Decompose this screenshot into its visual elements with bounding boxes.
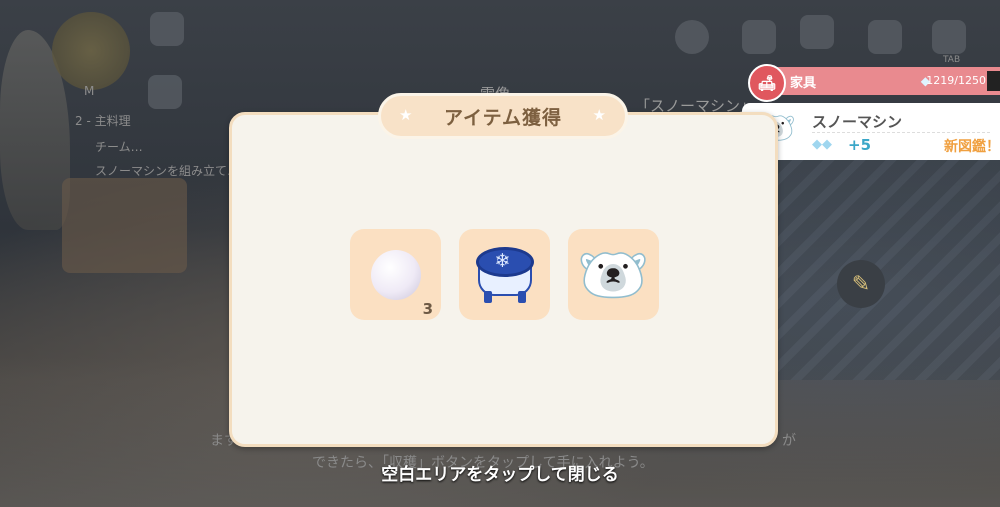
planet-icon[interactable] [675,20,709,54]
sidebar-line-2: チーム… [95,140,143,154]
new-entry-badge: 新図鑑！ [944,139,1000,155]
sidebar-line-1: 2 - 主料理 [75,114,131,128]
house-icon[interactable] [800,15,834,49]
brush-icon: ✎ [851,271,871,297]
tutorial-line-2-suffix: が [782,433,796,449]
points-gain: +5 [848,136,872,154]
new-item-card: 🐻‍❄️ スノーマシン ◆◆ +5 新図鑑！ [742,103,1000,160]
points-icon: ◆◆ [812,137,832,152]
reward-slot-stool[interactable]: ❄ [459,229,550,320]
tap-to-close-hint[interactable]: 空白エリアをタップして閉じる [0,460,1000,485]
snowball-icon [370,249,421,300]
tab-inventory-icon[interactable] [932,20,966,54]
reward-quantity: 3 [422,300,433,318]
character-icon[interactable] [742,20,776,54]
collection-meter [987,71,1000,91]
star-icon: ★ [592,106,607,124]
sidebar-line-3: スノーマシンを組み立て… [95,164,240,178]
tab-label: TAB [943,55,961,65]
dialog-title: アイテム獲得 [443,106,563,129]
brush-tool-button[interactable]: ✎ [837,260,885,308]
reward-slot-polar-bear[interactable]: 🐻‍❄️ [568,229,659,320]
sofa-icon: 🛋 [748,64,786,102]
shop-basket-icon[interactable] [868,20,902,54]
snowflake-stool-icon: ❄ [475,246,534,303]
star-icon: ★ [399,106,414,124]
minimap-label: M [84,84,95,98]
reward-slot-snowball[interactable]: 3 [350,229,441,320]
dialog-title-banner: ★ アイテム獲得 ★ [378,93,628,139]
new-item-name: スノーマシン [812,113,903,131]
furniture-notification-bar: 🛋 家具 ◆ 1219/1250 [748,64,1000,102]
calendar-icon[interactable] [150,12,184,46]
polar-bear-figure-icon: 🐻‍❄️ [577,240,650,309]
collection-count: 1219/1250 [926,74,986,87]
notification-category: 家具 [790,75,817,91]
divider [812,132,990,133]
tree-stump [62,178,187,273]
minimap[interactable] [52,12,130,90]
menu-icon[interactable] [148,75,182,109]
